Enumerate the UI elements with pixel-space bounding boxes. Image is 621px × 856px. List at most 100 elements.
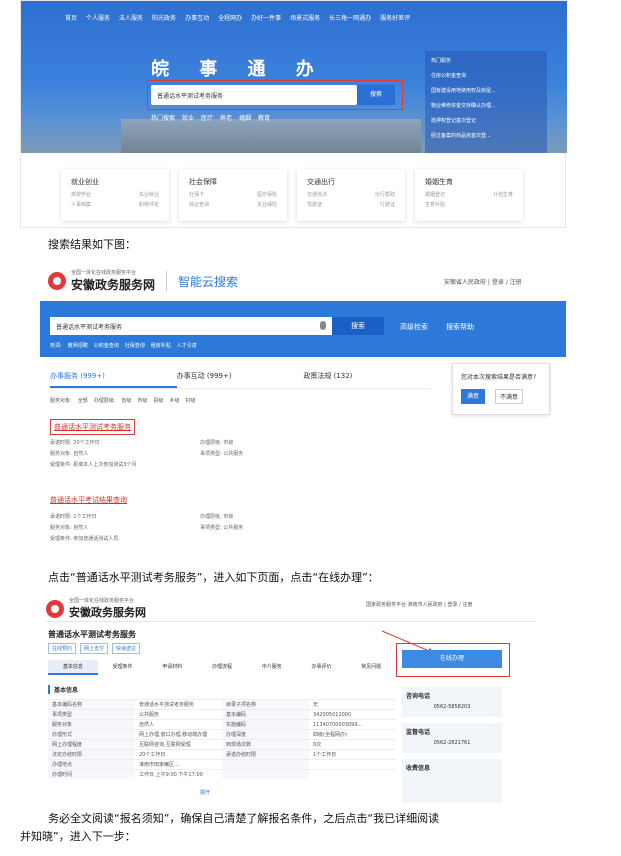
filter-checkbox[interactable]: 市级 [137, 397, 147, 404]
category-link[interactable]: 计划生育 [493, 191, 513, 198]
tab-services[interactable]: 办事服务 (999+) [50, 371, 177, 388]
category-card[interactable]: 交通出行 交通违法 出行帮助 驾驶证 行驶证 [297, 169, 405, 221]
result-field: 受理条件: 参加普通话测试人员 [50, 536, 119, 542]
doc-text: 并知晓”，进入下一步： [20, 830, 136, 843]
nav-item[interactable]: 长三角一网通办 [329, 13, 371, 22]
category-link[interactable]: 驾驶证 [307, 201, 322, 208]
filter-option[interactable]: 全部 [78, 397, 88, 404]
filter-checkbox[interactable]: 乡级 [169, 397, 179, 404]
category-link[interactable]: 出行帮助 [375, 191, 395, 198]
nav-item[interactable]: 办事互动 [185, 13, 209, 22]
grid-cell: 工作日 上午9:00 下午17:00 [139, 772, 203, 778]
category-link[interactable]: 人事档案 [71, 201, 91, 208]
search-input[interactable]: 普通话水平测试考务服务 [50, 317, 332, 335]
category-link[interactable]: 高校毕业 [71, 191, 91, 198]
grid-cell: 实施编码 [222, 720, 309, 729]
nav-item[interactable]: 全程网办 [218, 13, 242, 22]
result-field: 办理层级: 市级 [200, 514, 234, 520]
hot-item[interactable]: 教育 [258, 113, 270, 122]
expand-link[interactable]: 展开 [200, 789, 210, 796]
hot-word[interactable]: 人才引进 [177, 342, 197, 349]
hot-item[interactable]: 婚姻 [239, 113, 251, 122]
nav-item[interactable]: 办好一件事 [251, 13, 281, 22]
advanced-search-link[interactable]: 高级检索 [400, 322, 428, 332]
search-help-link[interactable]: 搜索帮助 [446, 322, 474, 332]
tab-interaction[interactable]: 办事互动 (999+) [177, 371, 304, 388]
result-title-link[interactable]: 普通话水平考试结果查询 [50, 495, 243, 505]
category-link[interactable]: 职称评定 [139, 201, 159, 208]
category-link[interactable]: 失业就业 [139, 191, 159, 198]
hot-item[interactable]: 养老 [220, 113, 232, 122]
category-card[interactable]: 婚姻生育 婚姻登记 计划生育 生育补贴 [415, 169, 523, 221]
service-link[interactable]: 国有建设用地使用权及房屋... [431, 87, 541, 94]
grid-cell: 20个工作日 [139, 752, 166, 758]
nav-item[interactable]: 首页 [65, 13, 77, 22]
grid-cell: 到现场次数 [222, 740, 309, 749]
nav-item[interactable]: 法人服务 [119, 13, 143, 22]
unsatisfied-button[interactable]: 不满意 [495, 389, 524, 404]
highlight-box [147, 80, 403, 110]
site-logo[interactable]: 全国一体化在线政务服务平台 安徽政务服务网 智能云搜索 [48, 269, 238, 293]
top-nav: 首页 个人服务 法人服务 阳光政务 办事互动 全程网办 办好一件事 场景式服务 … [65, 13, 410, 22]
category-link[interactable]: 社保卡 [189, 191, 204, 198]
hot-word[interactable]: 社保查询 [125, 342, 145, 349]
top-links[interactable]: 国家政务服务平台 淮南市人民政府 | 登录 / 注册 [366, 601, 472, 608]
category-card[interactable]: 就业创业 高校毕业 失业就业 人事档案 职称评定 [61, 169, 169, 221]
tab-evaluation[interactable]: 办事评价 [297, 660, 347, 675]
category-link[interactable]: 生育补贴 [425, 201, 445, 208]
hot-item[interactable]: 就业 [182, 113, 194, 122]
tab-policy[interactable]: 政策法规 (132) [303, 371, 430, 388]
category-link[interactable]: 行驶证 [380, 201, 395, 208]
category-link[interactable]: 综合查询 [189, 201, 209, 208]
tab-materials[interactable]: 申请材料 [147, 660, 197, 675]
grid-cell: 办理地点 [48, 760, 135, 769]
filter-checkbox[interactable]: 村级 [185, 397, 195, 404]
category-link[interactable]: 交通违法 [307, 191, 327, 198]
nav-item[interactable]: 服务好差评 [380, 13, 410, 22]
grid-cell: 1个工作日 [313, 752, 337, 758]
nav-item[interactable]: 阳光政务 [152, 13, 176, 22]
tab-process[interactable]: 办理流程 [197, 660, 247, 675]
filter-checkbox[interactable]: 县级 [153, 397, 163, 404]
category-link[interactable]: 婚姻登记 [425, 191, 445, 198]
category-link[interactable]: 医疗保险 [257, 191, 277, 198]
grid-cell: 四级(全程网办) [313, 732, 347, 738]
service-link[interactable]: 住房公积金查询 [431, 72, 541, 79]
result-field: 事项类型: 公共服务 [200, 525, 244, 531]
online-apply-button[interactable]: 在线办理 [402, 650, 502, 668]
filter-label: 办理层级: [93, 398, 116, 404]
result-field: 事项类型: 公共服务 [200, 451, 244, 457]
category-card[interactable]: 社会保障 社保卡 医疗保险 综合查询 失业保险 [179, 169, 287, 221]
emblem-icon [46, 599, 64, 618]
grid-cell [309, 770, 396, 779]
site-logo[interactable]: 全国一体化在线政务服务平台 安徽政务服务网 [46, 597, 146, 620]
tab-intermediary[interactable]: 中介服务 [247, 660, 297, 675]
microphone-icon[interactable] [320, 321, 326, 330]
doc-text: 务必全文阅读“报名须知”，确保自己清楚了解报名条件，之后点击“我已详细阅读 [48, 812, 440, 825]
nav-item[interactable]: 场景式服务 [290, 13, 320, 22]
satisfied-button[interactable]: 满意 [461, 389, 486, 404]
tab-faq[interactable]: 常见问题 [346, 660, 396, 675]
hot-word[interactable]: 教师招聘 [68, 342, 88, 349]
doc-text: 搜索结果如下图： [48, 238, 136, 251]
service-link[interactable]: 经过备案的商品房首次登... [431, 132, 541, 139]
tab-conditions[interactable]: 受理条件 [98, 660, 148, 675]
result-title-link[interactable]: 普通话水平测试考务服务 [54, 422, 131, 432]
tab-basic-info[interactable]: 基本信息 [48, 660, 98, 675]
grid-cell: 互联网咨询,互联网受理 [139, 742, 191, 748]
top-links[interactable]: 安徽省人民政府 | 登录 / 注册 [444, 277, 522, 286]
nav-item[interactable]: 个人服务 [86, 13, 110, 22]
filter-checkbox[interactable]: 省级 [121, 397, 131, 404]
search-button[interactable]: 搜索 [332, 317, 384, 335]
hot-word[interactable]: 租房补贴 [151, 342, 171, 349]
category-link[interactable]: 失业保险 [257, 201, 277, 208]
grid-cell: 办理深度 [222, 730, 309, 739]
hero-title: 皖 事 通 办 [151, 59, 326, 80]
service-link[interactable]: 抵押权登记首次登记 [431, 117, 541, 124]
service-detail-screenshot: 全国一体化在线政务服务平台 安徽政务服务网 国家政务服务平台 淮南市人民政府 |… [40, 593, 540, 807]
service-link[interactable]: 物业维修资金交存确认办理... [431, 102, 541, 109]
hot-word[interactable]: 公积金查询 [94, 342, 119, 349]
hot-item[interactable]: 医疗 [201, 113, 213, 122]
grid-cell: 11340700003099... [313, 722, 363, 728]
result-field: 服务对象: 自然人 [50, 451, 89, 457]
